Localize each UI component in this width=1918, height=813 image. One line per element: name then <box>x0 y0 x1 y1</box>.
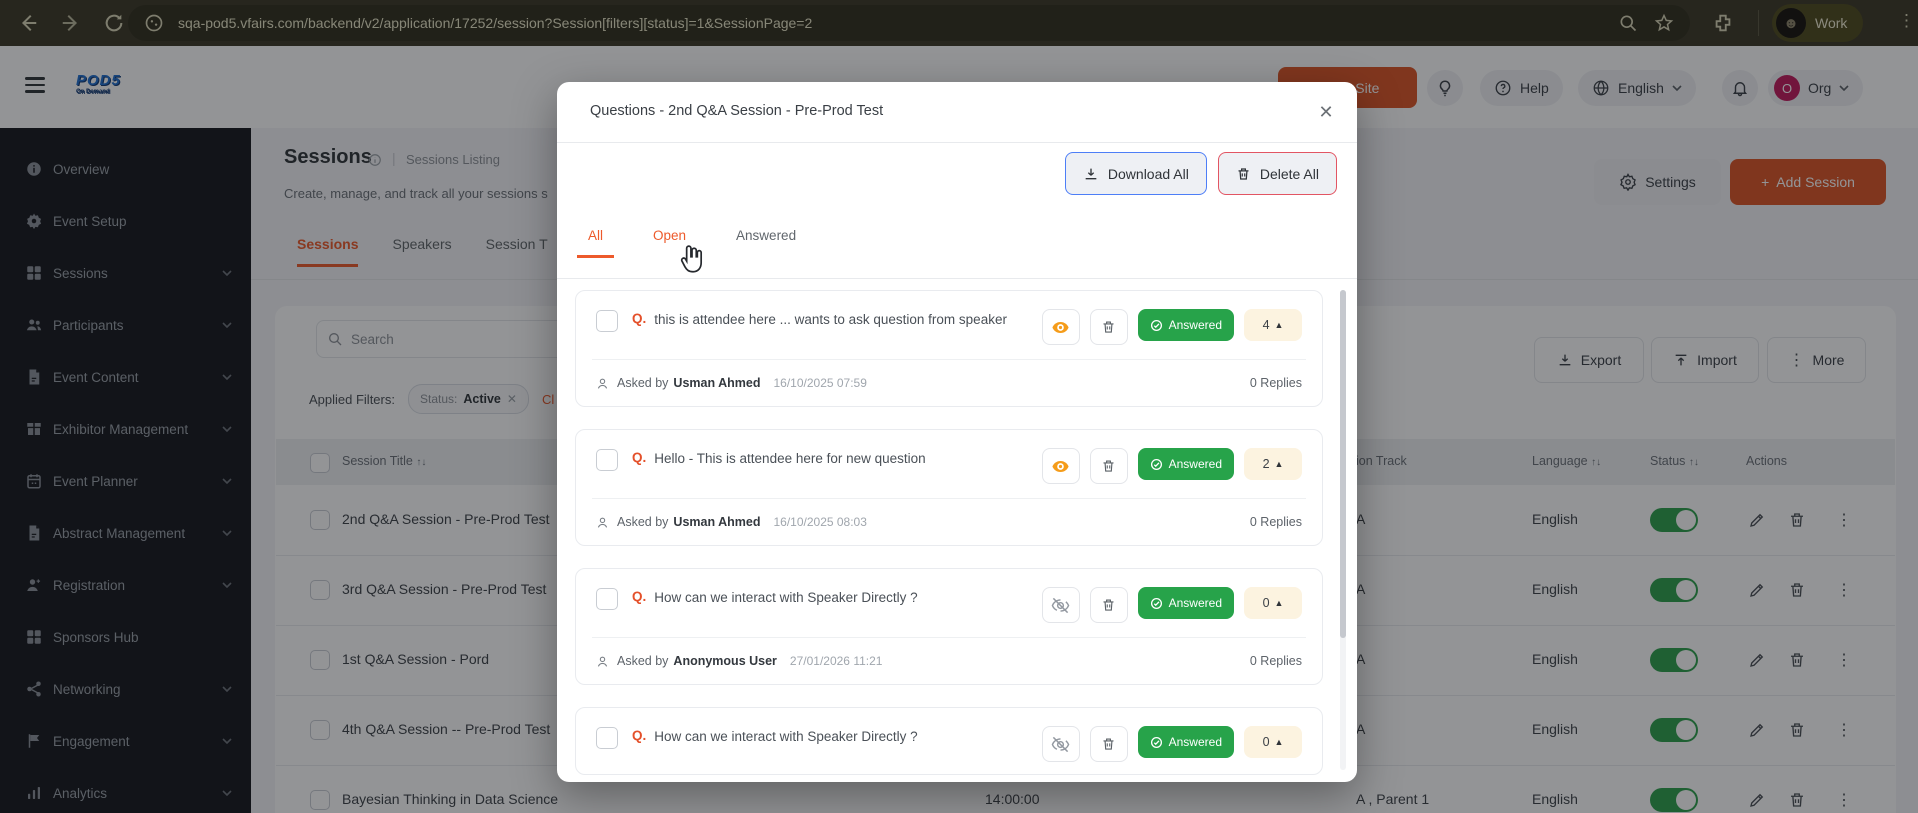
asked-by-row: Asked by Usman Ahmed 16/10/2025 08:03 0 … <box>596 511 1302 533</box>
asked-date: 16/10/2025 07:59 <box>773 376 866 390</box>
check-circle-icon <box>1150 458 1163 471</box>
answered-badge: Answered <box>1138 726 1234 758</box>
delete-question-button[interactable] <box>1090 726 1128 762</box>
question-text: Hello - This is attendee here for new qu… <box>654 448 1012 471</box>
modal-tabs: All Open Answered <box>577 228 807 258</box>
question-checkbox[interactable] <box>596 449 618 471</box>
toggle-visibility-button[interactable] <box>1042 587 1080 623</box>
trash-icon <box>1101 597 1116 613</box>
modal-divider <box>557 278 1357 279</box>
vote-count: 0▲ <box>1244 587 1302 619</box>
modal-actions: Download All Delete All <box>1065 152 1337 195</box>
replies-count: 0 Replies <box>1250 376 1302 390</box>
asked-by-name: Usman Ahmed <box>673 376 760 390</box>
question-checkbox[interactable] <box>596 727 618 749</box>
eye-off-icon <box>1051 596 1070 615</box>
question-card: Q. Hello - This is attendee here for new… <box>575 429 1323 546</box>
scrollbar-thumb[interactable] <box>1340 290 1346 638</box>
download-all-label: Download All <box>1108 166 1189 182</box>
person-icon <box>596 516 609 529</box>
delete-question-button[interactable] <box>1090 309 1128 345</box>
modal-tab-answered[interactable]: Answered <box>725 228 807 258</box>
asked-date: 27/01/2026 11:21 <box>790 654 883 668</box>
question-card: Q. How can we interact with Speaker Dire… <box>575 568 1323 685</box>
question-text: this is attendee here ... wants to ask q… <box>654 309 1012 332</box>
answered-badge: Answered <box>1138 587 1234 619</box>
trash-icon <box>1236 166 1251 182</box>
check-circle-icon <box>1150 319 1163 332</box>
asked-by-row: Asked by Usman Ahmed 16/10/2025 07:59 0 … <box>596 372 1302 394</box>
question-checkbox[interactable] <box>596 588 618 610</box>
person-icon <box>596 655 609 668</box>
modal-title: Questions - 2nd Q&A Session - Pre-Prod T… <box>590 103 883 119</box>
questions-modal: Questions - 2nd Q&A Session - Pre-Prod T… <box>557 82 1357 782</box>
question-card: Q. How can we interact with Speaker Dire… <box>575 707 1323 775</box>
modal-tab-all[interactable]: All <box>577 228 614 258</box>
trash-icon <box>1101 736 1116 752</box>
answered-badge: Answered <box>1138 448 1234 480</box>
asked-by-label: Asked by <box>617 654 668 668</box>
upvote-icon: ▲ <box>1275 737 1284 747</box>
card-divider <box>592 637 1306 638</box>
asked-by-name: Anonymous User <box>673 654 777 668</box>
question-prefix: Q. <box>632 589 646 604</box>
upvote-icon: ▲ <box>1275 459 1284 469</box>
question-text: How can we interact with Speaker Directl… <box>654 587 1012 610</box>
question-prefix: Q. <box>632 728 646 743</box>
question-prefix: Q. <box>632 311 646 326</box>
delete-all-button[interactable]: Delete All <box>1218 152 1337 195</box>
vote-count: 4▲ <box>1244 309 1302 341</box>
download-icon <box>1083 166 1099 182</box>
check-circle-icon <box>1150 597 1163 610</box>
screen: sqa-pod5.vfairs.com/backend/v2/applicati… <box>0 0 1918 813</box>
upvote-icon: ▲ <box>1275 320 1284 330</box>
question-card: Q. this is attendee here ... wants to as… <box>575 290 1323 407</box>
trash-icon <box>1101 319 1116 335</box>
asked-by-label: Asked by <box>617 515 668 529</box>
vote-count: 2▲ <box>1244 448 1302 480</box>
download-all-button[interactable]: Download All <box>1065 152 1207 195</box>
question-prefix: Q. <box>632 450 646 465</box>
delete-all-label: Delete All <box>1260 166 1319 182</box>
toggle-visibility-button[interactable] <box>1042 726 1080 762</box>
question-checkbox[interactable] <box>596 310 618 332</box>
toggle-visibility-button[interactable] <box>1042 448 1080 484</box>
replies-count: 0 Replies <box>1250 515 1302 529</box>
toggle-visibility-button[interactable] <box>1042 309 1080 345</box>
eye-icon <box>1051 318 1070 337</box>
eye-icon <box>1051 457 1070 476</box>
question-text: How can we interact with Speaker Directl… <box>654 726 1012 749</box>
close-icon[interactable]: ✕ <box>1313 99 1339 125</box>
eye-off-icon <box>1051 735 1070 754</box>
check-circle-icon <box>1150 736 1163 749</box>
asked-by-row: Asked by Anonymous User 27/01/2026 11:21… <box>596 650 1302 672</box>
asked-date: 16/10/2025 08:03 <box>773 515 866 529</box>
modal-header: Questions - 2nd Q&A Session - Pre-Prod T… <box>557 82 1357 143</box>
delete-question-button[interactable] <box>1090 587 1128 623</box>
person-icon <box>596 377 609 390</box>
card-divider <box>592 359 1306 360</box>
questions-list: Q. this is attendee here ... wants to as… <box>557 290 1335 782</box>
replies-count: 0 Replies <box>1250 654 1302 668</box>
vote-count: 0▲ <box>1244 726 1302 758</box>
card-divider <box>592 498 1306 499</box>
asked-by-name: Usman Ahmed <box>673 515 760 529</box>
modal-tab-open[interactable]: Open <box>642 228 697 258</box>
asked-by-label: Asked by <box>617 376 668 390</box>
answered-badge: Answered <box>1138 309 1234 341</box>
trash-icon <box>1101 458 1116 474</box>
delete-question-button[interactable] <box>1090 448 1128 484</box>
scrollbar[interactable] <box>1340 290 1346 770</box>
upvote-icon: ▲ <box>1275 598 1284 608</box>
